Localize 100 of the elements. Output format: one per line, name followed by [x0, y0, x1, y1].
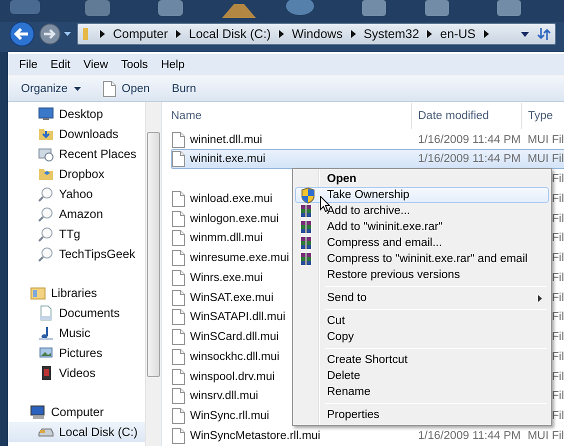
navigation-item[interactable]: Dropbox	[8, 164, 145, 184]
toolbar-button[interactable]: Organize	[21, 82, 81, 94]
document-icon	[172, 270, 185, 286]
file-name: WinSync.rll.mui	[190, 410, 270, 422]
archive-icon	[300, 220, 312, 234]
navigation-item[interactable]: Recent Places	[8, 144, 145, 164]
breadcrumb[interactable]: Computer	[113, 27, 168, 41]
column-header[interactable]: Name	[171, 102, 411, 129]
submenu-arrow-icon	[538, 294, 542, 302]
navigation-item[interactable]: Computer	[8, 402, 145, 422]
context-menu-item[interactable]: Create Shortcut	[295, 352, 549, 368]
chevron-icon[interactable]	[176, 30, 181, 38]
dropdown-arrow-icon[interactable]	[64, 32, 71, 36]
breadcrumb[interactable]: System32	[364, 27, 420, 41]
navigation-item[interactable]: Yahoo	[8, 184, 145, 204]
context-menu-item[interactable]: Cut	[295, 313, 549, 329]
file-type: Fil	[552, 350, 564, 363]
file-type: Fil	[552, 370, 564, 383]
file-name: WinSCard.dll.mui	[190, 331, 279, 344]
file-type: Fil	[552, 390, 564, 402]
scrollbar[interactable]	[145, 102, 161, 446]
file-type: MUI Fil	[528, 430, 564, 442]
navigation-item[interactable]: Music	[8, 323, 145, 343]
navigation-item[interactable]: Documents	[8, 303, 145, 323]
back-button[interactable]	[8, 20, 36, 48]
menu-item[interactable]: File	[19, 58, 38, 70]
menu-item[interactable]: Help	[160, 58, 185, 70]
context-menu-item[interactable]: Add to archive...	[295, 203, 549, 219]
context-menu-item[interactable]: Add to "wininit.exe.rar"	[295, 219, 549, 235]
file-name: winspool.drv.mui	[190, 370, 275, 383]
document-icon	[172, 309, 185, 326]
date-modified: 1/16/2009 11:44 PM	[417, 153, 522, 166]
documents-icon	[38, 305, 54, 321]
computer-icon	[30, 404, 46, 420]
document-icon	[172, 290, 185, 306]
toolbar-button[interactable]: Burn	[172, 82, 196, 94]
navigation-item[interactable]: Amazon	[8, 204, 145, 224]
navigation-item[interactable]: Pictures	[8, 343, 145, 363]
navigation-item[interactable]: TechTipsGeek	[8, 244, 145, 264]
navigation-item[interactable]: TTg	[8, 224, 145, 244]
toolbar-button[interactable]: Open	[102, 80, 150, 96]
column-header[interactable]: Date modified	[411, 102, 521, 129]
menu-item[interactable]: View	[83, 58, 108, 70]
file-name: winlogon.exe.mui	[190, 212, 279, 225]
context-menu-item[interactable]: Compress and email...	[295, 235, 549, 251]
navigation-item[interactable]: Downloads	[8, 124, 145, 144]
chevron-icon[interactable]	[484, 30, 489, 38]
address-bar[interactable]: Computer Local Disk (C:) Windows System32 en-US	[77, 23, 556, 45]
file-name: Winrs.exe.mui	[190, 272, 263, 284]
menu-item[interactable]: Edit	[50, 58, 70, 70]
chevron-icon[interactable]	[100, 30, 105, 38]
file-type: Fil	[552, 272, 564, 284]
downloads-folder-icon	[38, 126, 54, 142]
breadcrumb[interactable]: en-US	[440, 27, 476, 41]
dropbox-folder-icon	[38, 166, 54, 182]
column-header[interactable]: Type	[521, 102, 564, 129]
search-icon	[38, 246, 54, 262]
chevron-icon[interactable]	[350, 30, 356, 38]
chevron-icon[interactable]	[278, 30, 284, 38]
context-menu-item[interactable]: Copy	[295, 329, 549, 345]
date-modified: 1/16/2009 11:44 PM	[417, 430, 522, 442]
document-icon	[172, 348, 185, 365]
file-type: Fil	[552, 212, 564, 225]
context-menu-item[interactable]: Send to	[295, 290, 549, 306]
dropdown-arrow-icon[interactable]	[521, 32, 529, 36]
breadcrumb[interactable]: Local Disk (C:)	[188, 27, 271, 41]
file-type: Fil	[552, 311, 564, 324]
file-name: WinSAT.exe.mui	[190, 292, 274, 304]
context-menu-item[interactable]: Take Ownership	[295, 187, 549, 203]
file-type: Fil	[552, 173, 564, 186]
context-menu-item[interactable]: Properties	[295, 407, 549, 423]
forward-button[interactable]	[38, 22, 62, 46]
file-name: winsrv.dll.mui	[190, 390, 258, 402]
document-icon	[172, 190, 185, 207]
menu-item[interactable]: Tools	[121, 58, 148, 70]
desktop-icon	[38, 106, 54, 122]
context-menu-item[interactable]: Compress to "wininit.exe.rar" and email	[295, 251, 549, 267]
file-type: Fil	[552, 292, 564, 304]
document-icon	[172, 132, 185, 148]
navigation-item[interactable]: Desktop	[8, 104, 145, 124]
context-menu-item[interactable]: Rename	[295, 384, 549, 400]
context-menu-item[interactable]: Delete	[295, 368, 549, 384]
caret-icon	[74, 86, 81, 90]
navigation-item[interactable]: Local Disk (C:)	[8, 422, 145, 442]
chevron-icon[interactable]	[427, 30, 432, 38]
navigation-item[interactable]: Libraries	[8, 283, 145, 303]
file-name: wininet.dll.mui	[190, 134, 262, 146]
refresh-icon[interactable]	[537, 27, 551, 41]
context-menu-item[interactable]: Open	[295, 171, 549, 187]
file-type: Fil	[552, 192, 564, 205]
navigation-item[interactable]: Videos	[8, 363, 145, 383]
document-icon	[172, 408, 185, 424]
breadcrumb[interactable]: Windows	[292, 27, 343, 41]
context-menu-item[interactable]: Restore previous versions	[295, 267, 549, 283]
file-name: winresume.exe.mui	[190, 252, 290, 264]
date-modified: 1/16/2009 11:44 PM	[417, 134, 522, 146]
file-type: MUI Fil	[528, 153, 564, 166]
file-row[interactable]: wininit.exe.mui 1/16/2009 11:44 PM MUI Fil	[171, 149, 564, 170]
music-icon	[38, 325, 54, 341]
file-name: WinSATAPI.dll.mui	[190, 311, 286, 324]
